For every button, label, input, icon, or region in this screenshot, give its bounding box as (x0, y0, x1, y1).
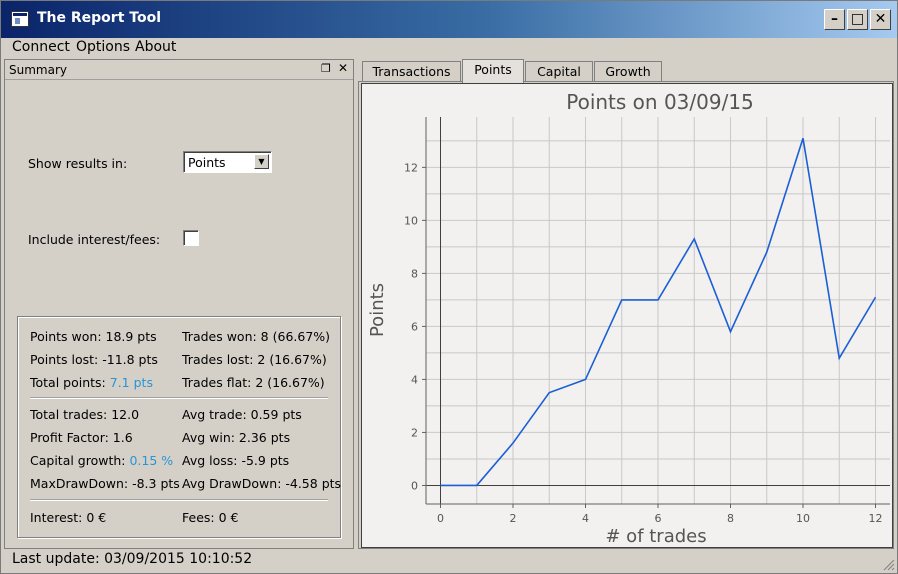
float-dock-icon[interactable]: ❐ (321, 62, 331, 75)
points-chart: Points on 03/09/15 # of trades Points 0 2… (367, 90, 890, 547)
avg-loss: Avg loss: -5.9 pts (182, 453, 290, 468)
window-title: The Report Tool (37, 10, 161, 26)
y-tick-label: 2 (411, 426, 418, 439)
title-bar[interactable]: The Report Tool – □ ✕ (1, 1, 897, 38)
points-won: Points won: 18.9 pts (30, 329, 157, 344)
units-select-value: Points (188, 155, 226, 170)
avg-drawdown: Avg DrawDown: -4.58 pts (182, 476, 342, 491)
tab-transactions[interactable]: Transactions (362, 61, 461, 82)
close-icon: ✕ (874, 11, 887, 27)
interest: Interest: 0 € (30, 510, 107, 525)
x-tick-label: 6 (655, 512, 662, 525)
tab-widget: Transactions Points Capital Growth Point… (358, 59, 894, 549)
x-tick-label: 2 (510, 512, 517, 525)
units-select[interactable]: Points ▼ (183, 151, 272, 173)
maximize-button[interactable]: □ (847, 9, 868, 30)
trades-won: Trades won: 8 (66.67%) (182, 329, 331, 344)
main-window: The Report Tool – □ ✕ Connect Options Ab… (0, 0, 898, 574)
tab-growth[interactable]: Growth (594, 61, 662, 82)
total-points-label: Total points: (30, 375, 110, 390)
menu-connect[interactable]: Connect (12, 39, 70, 55)
avg-win: Avg win: 2.36 pts (182, 430, 291, 445)
chart-xlabel: # of trades (605, 526, 706, 547)
chart-title: Points on 03/09/15 (566, 90, 754, 114)
x-tick-label: 10 (796, 512, 810, 525)
chevron-down-icon[interactable]: ▼ (254, 154, 269, 169)
menu-bar: Connect Options About (1, 38, 897, 58)
minimize-icon: – (831, 11, 838, 27)
tab-points[interactable]: Points (462, 59, 524, 83)
include-interest-checkbox[interactable] (183, 230, 199, 246)
tab-capital[interactable]: Capital (525, 61, 593, 82)
minimize-button[interactable]: – (824, 9, 845, 30)
tab-pane: Points on 03/09/15 # of trades Points 0 2… (358, 81, 894, 549)
chart-ylabel: Points (367, 283, 388, 337)
chart-plot-area: 0 2 4 6 8 10 12 0 2 4 6 8 10 12 (404, 117, 890, 525)
close-button[interactable]: ✕ (870, 9, 891, 30)
y-tick-label: 4 (411, 373, 418, 386)
total-points: Total points: 7.1 pts (30, 375, 153, 390)
menu-options[interactable]: Options (76, 39, 130, 55)
x-tick-label: 4 (582, 512, 589, 525)
menu-about[interactable]: About (135, 39, 176, 55)
close-dock-icon[interactable]: ✕ (338, 61, 348, 75)
summary-header: Summary ❐ ✕ (5, 60, 353, 80)
stats-divider (30, 499, 328, 501)
stats-divider (30, 397, 328, 399)
app-icon (11, 11, 29, 27)
x-tick-label: 8 (727, 512, 734, 525)
y-tick-label: 10 (404, 214, 418, 227)
x-tick-label: 12 (869, 512, 883, 525)
capital-growth-value: 0.15 % (129, 453, 174, 468)
include-interest-label: Include interest/fees: (28, 232, 161, 247)
total-trades: Total trades: 12.0 (30, 407, 140, 422)
stats-box: Points won: 18.9 pts Trades won: 8 (66.6… (17, 316, 341, 538)
y-tick-label: 8 (411, 267, 418, 280)
y-tick-label: 6 (411, 320, 418, 333)
y-tick-label: 12 (404, 161, 418, 174)
capital-growth: Capital growth: 0.15 % (30, 453, 173, 468)
total-points-value: 7.1 pts (109, 375, 153, 390)
last-update-status: Last update: 03/09/2015 10:10:52 (12, 551, 253, 567)
chart-frame: Points on 03/09/15 # of trades Points 0 2… (361, 83, 893, 548)
trades-flat: Trades flat: 2 (16.67%) (182, 375, 325, 390)
trades-lost: Trades lost: 2 (16.67%) (182, 352, 327, 367)
show-results-label: Show results in: (28, 156, 128, 171)
fees: Fees: 0 € (182, 510, 239, 525)
avg-trade: Avg trade: 0.59 pts (182, 407, 302, 422)
max-drawdown: MaxDrawDown: -8.3 pts (30, 476, 180, 491)
capital-growth-label: Capital growth: (30, 453, 130, 468)
maximize-icon: □ (850, 11, 865, 27)
points-lost: Points lost: -11.8 pts (30, 352, 158, 367)
y-tick-label: 0 (411, 479, 418, 492)
summary-title: Summary (9, 63, 67, 77)
profit-factor: Profit Factor: 1.6 (30, 430, 133, 445)
resize-grip-icon[interactable] (881, 557, 895, 571)
summary-dock: Summary ❐ ✕ Show results in: Points ▼ In… (4, 59, 354, 549)
x-tick-label: 0 (437, 512, 444, 525)
